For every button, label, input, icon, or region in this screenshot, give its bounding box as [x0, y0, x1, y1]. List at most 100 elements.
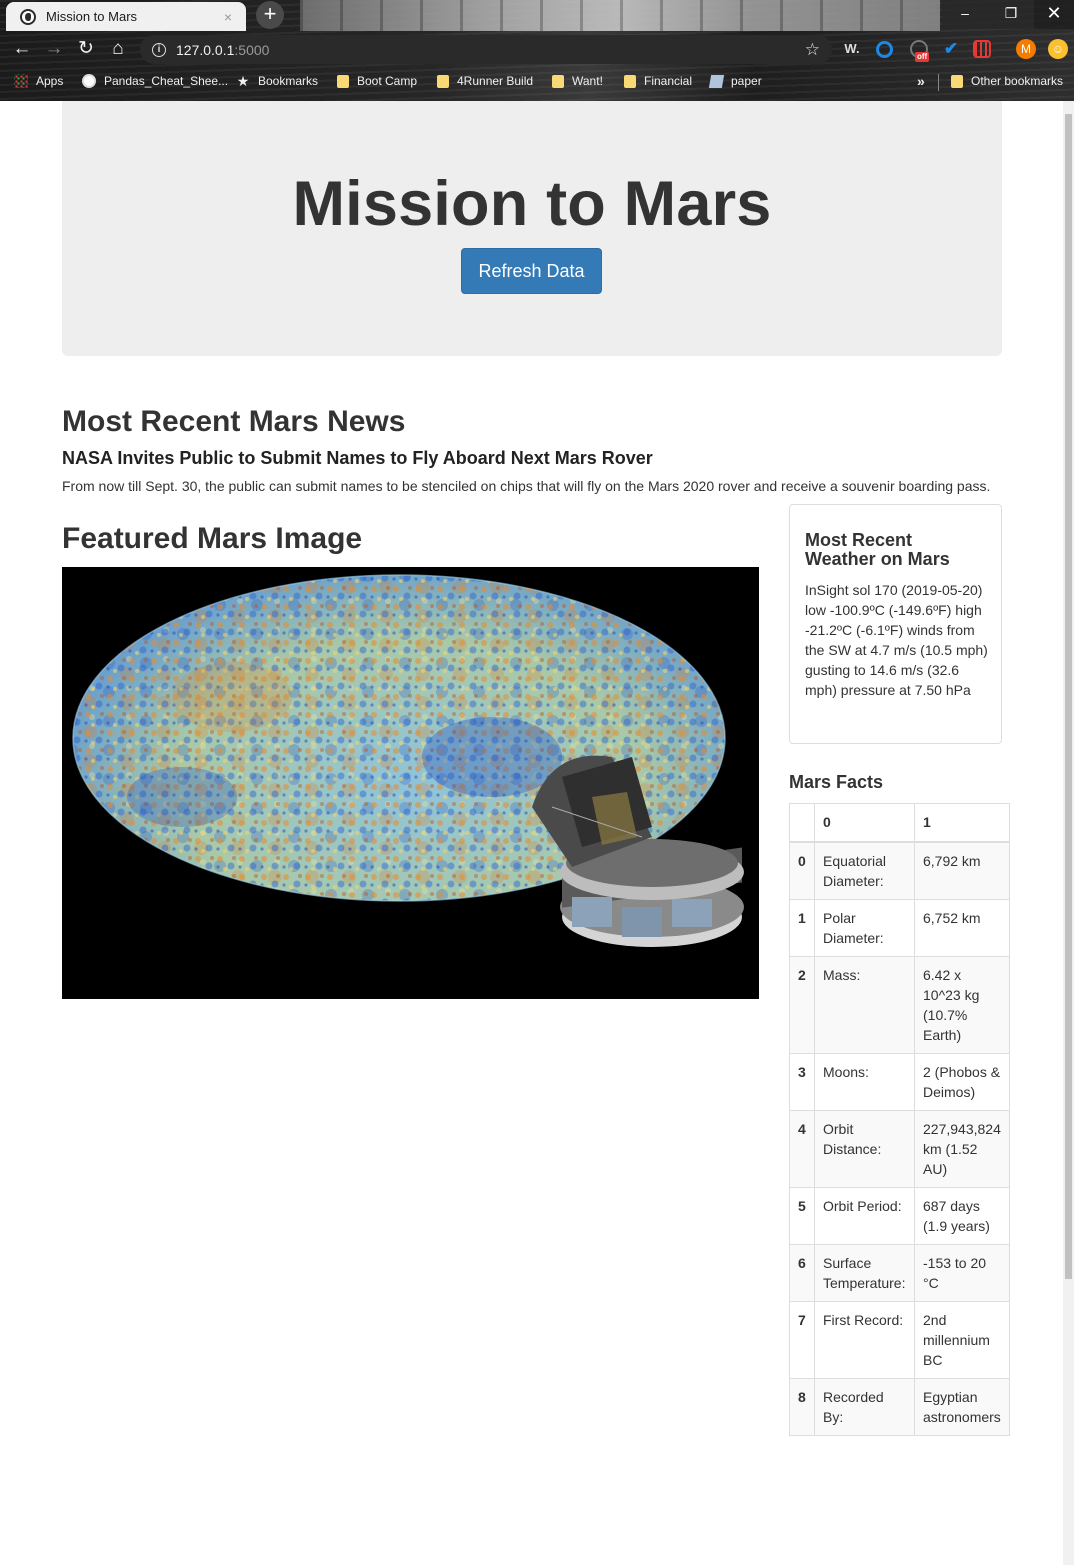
back-arrow-icon[interactable]: ←	[10, 37, 34, 61]
bookmark-label: 4Runner Build	[457, 74, 534, 88]
fact-label: Polar Diameter:	[814, 898, 915, 957]
fact-value: 6,752 km	[914, 898, 1010, 957]
fact-value: 687 days (1.9 years)	[914, 1186, 1010, 1245]
apps-grid-icon	[14, 74, 28, 88]
cmb-sky-map-with-spacecraft-picture	[62, 567, 759, 999]
fact-value: -153 to 20 °C	[914, 1243, 1010, 1302]
refresh-data-button[interactable]: Refresh Data	[461, 248, 602, 294]
table-row: 4 Orbit Distance: 227,943,824 km (1.52 A…	[789, 1109, 1010, 1188]
bookmark-label: paper	[731, 74, 762, 88]
mars-facts-table: 0 1 0 Equatorial Diameter: 6,792 km 1 Po…	[789, 803, 1010, 1436]
bookmark-paper[interactable]: paper	[708, 74, 762, 88]
globe-favicon-icon	[20, 8, 36, 25]
bookmark-folder-want[interactable]: Want!	[552, 74, 603, 88]
address-bar[interactable]: i 127.0.0.1 :5000 ☆	[140, 35, 832, 64]
bookmark-other-bookmarks[interactable]: Other bookmarks	[951, 74, 1063, 88]
extension-circle-icon[interactable]	[876, 41, 893, 58]
fact-value: Egyptian astronomers	[914, 1377, 1010, 1436]
weather-title: Most Recent Weather on Mars	[805, 530, 950, 569]
featured-mars-image[interactable]	[62, 567, 759, 999]
bookmark-pandas-cheat-sheet[interactable]: Pandas_Cheat_Shee...	[82, 74, 228, 88]
bookmark-label: Apps	[36, 74, 64, 88]
table-row: 6 Surface Temperature: -153 to 20 °C	[789, 1243, 1010, 1302]
row-index: 8	[789, 1377, 815, 1436]
bookmarks-divider	[938, 74, 939, 91]
folder-icon	[951, 74, 963, 88]
url-host: 127.0.0.1	[176, 41, 235, 58]
jumbotron: Mission to Mars Refresh Data	[62, 101, 1002, 356]
folder-icon	[624, 74, 636, 88]
fact-label: Orbit Period:	[814, 1186, 915, 1245]
extension-w-icon[interactable]: W.	[843, 40, 861, 58]
forward-arrow-icon[interactable]: →	[42, 37, 66, 61]
browser-tab[interactable]: Mission to Mars ×	[6, 2, 246, 31]
row-index: 3	[789, 1052, 815, 1111]
tab-close-icon[interactable]: ×	[220, 9, 236, 25]
reload-icon[interactable]: ↻	[74, 37, 98, 61]
scrollbar-thumb[interactable]	[1065, 114, 1072, 1279]
fact-label: Moons:	[814, 1052, 915, 1111]
row-index: 0	[789, 841, 815, 900]
fact-value: 6,792 km	[914, 841, 1010, 900]
row-index: 5	[789, 1186, 815, 1245]
bookmark-bookmarks[interactable]: ★ Bookmarks	[236, 72, 319, 89]
new-tab-button[interactable]: +	[256, 1, 284, 29]
home-icon[interactable]: ⌂	[106, 37, 130, 61]
bookmark-apps[interactable]: Apps	[14, 74, 63, 88]
fact-value: 2nd millennium BC	[914, 1300, 1010, 1379]
fact-label: Recorded By:	[814, 1377, 915, 1436]
bookmark-label: Pandas_Cheat_Shee...	[104, 74, 229, 88]
weather-text: InSight sol 170 (2019-05-20) low -100.9º…	[805, 582, 988, 698]
globe-icon	[82, 74, 96, 88]
folder-icon	[337, 74, 349, 88]
news-teaser: From now till Sept. 30, the public can s…	[62, 478, 991, 494]
fact-label: Surface Temperature:	[814, 1243, 915, 1302]
browser-chrome: Mission to Mars × + – ❐ ✕ ← → ↻ ⌂ i 127.…	[0, 0, 1074, 101]
bookmark-star-icon[interactable]: ☆	[805, 40, 820, 60]
fact-label: Mass:	[814, 955, 915, 1054]
featured-image-title: Featured Mars Image	[62, 522, 363, 555]
close-window-button[interactable]: ✕	[1034, 0, 1074, 29]
bookmarks-overflow-chevron-icon[interactable]: »	[917, 73, 925, 89]
bookmark-folder-boot-camp[interactable]: Boot Camp	[337, 74, 417, 88]
minimize-button[interactable]: –	[942, 0, 988, 29]
fact-label: First Record:	[814, 1300, 915, 1379]
page-content: Mission to Mars Refresh Data Most Recent…	[0, 101, 1063, 1565]
extension-off-icon[interactable]: off	[910, 40, 930, 62]
paper-icon	[708, 74, 725, 88]
news-section-title: Most Recent Mars News	[62, 405, 406, 438]
maximize-button[interactable]: ❐	[988, 0, 1034, 29]
news-headline: NASA Invites Public to Submit Names to F…	[62, 448, 653, 468]
facts-title: Mars Facts	[789, 772, 884, 792]
star-icon: ★	[236, 72, 250, 89]
fact-value: 2 (Phobos & Deimos)	[914, 1052, 1010, 1111]
table-header-cell: 0	[814, 803, 915, 843]
bookmark-folder-4runner-build[interactable]: 4Runner Build	[437, 74, 533, 88]
folder-icon	[552, 74, 564, 88]
table-row: 0 Equatorial Diameter: 6,792 km	[789, 841, 1010, 900]
table-row: 5 Orbit Period: 687 days (1.9 years)	[789, 1186, 1010, 1245]
bookmark-folder-financial[interactable]: Financial	[624, 74, 692, 88]
extension-checkmark-icon[interactable]: ✔	[942, 40, 960, 58]
bookmark-label: Bookmarks	[258, 74, 319, 88]
vertical-scrollbar[interactable]	[1063, 101, 1074, 1565]
bookmark-label: Boot Camp	[357, 74, 418, 88]
fact-label: Orbit Distance:	[814, 1109, 915, 1188]
page-title: Mission to Mars	[292, 169, 772, 239]
folder-icon	[437, 74, 449, 88]
weather-card: Most Recent Weather on Mars InSight sol …	[789, 504, 1002, 744]
row-index: 7	[789, 1300, 815, 1379]
url-port: :5000	[234, 41, 270, 58]
table-header-cell: 1	[914, 803, 1010, 843]
browser-toolbar: ← → ↻ ⌂ i 127.0.0.1 :5000 ☆ W. off ✔ M ☺	[0, 31, 1074, 68]
extension-smiley-icon[interactable]: ☺	[1048, 39, 1068, 59]
extension-calendar-icon[interactable]	[973, 40, 991, 58]
bookmark-label: Other bookmarks	[971, 74, 1064, 88]
tab-strip: Mission to Mars × + – ❐ ✕	[0, 0, 1074, 31]
profile-avatar[interactable]: M	[1016, 39, 1036, 59]
site-info-icon[interactable]: i	[152, 42, 166, 57]
fact-label: Equatorial Diameter:	[814, 841, 915, 900]
table-row: 8 Recorded By: Egyptian astronomers	[789, 1377, 1010, 1436]
row-index: 6	[789, 1243, 815, 1302]
theme-background-image	[300, 0, 940, 31]
